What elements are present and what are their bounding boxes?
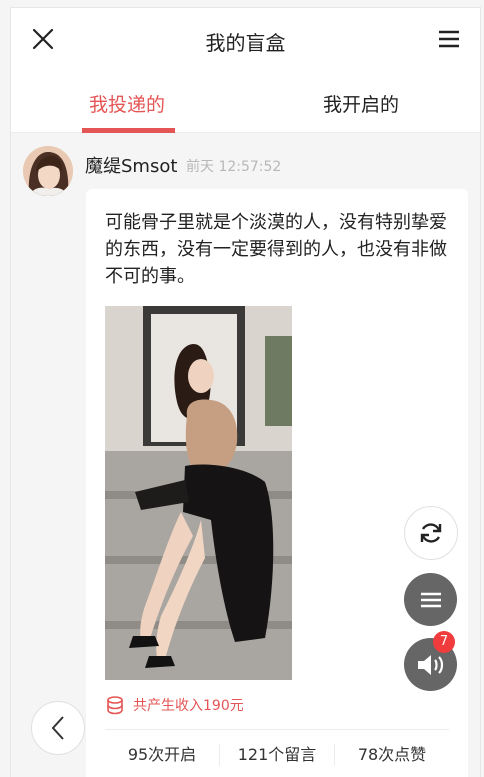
post-stats: 95次开启 121个留言 78次点赞 xyxy=(105,729,449,777)
more-menu-button[interactable] xyxy=(404,573,457,626)
income-row: 共产生收入190元 xyxy=(105,694,244,716)
menu-lines-icon xyxy=(420,592,441,607)
top-bar: 我的盲盒 xyxy=(11,8,480,70)
tab-my-delivered[interactable]: 我投递的 xyxy=(89,90,165,117)
post-photo[interactable] xyxy=(105,306,292,680)
username[interactable]: 魔缇Smsot xyxy=(85,152,177,178)
chevron-left-icon xyxy=(51,716,64,740)
tab-bar: 我投递的 我开启的 xyxy=(11,70,480,133)
tab-my-opened[interactable]: 我开启的 xyxy=(323,90,399,117)
page-title: 我的盲盒 xyxy=(205,31,286,55)
coin-stack-icon xyxy=(107,696,123,715)
post-timestamp: 前天 12:57:52 xyxy=(186,159,282,175)
refresh-icon xyxy=(420,523,442,543)
likes-count[interactable]: 78次点赞 xyxy=(335,744,449,766)
speaker-icon xyxy=(417,654,443,675)
income-text: 共产生收入190元 xyxy=(133,698,244,714)
refresh-button[interactable] xyxy=(404,506,458,560)
avatar[interactable] xyxy=(23,146,73,196)
opens-count[interactable]: 95次开启 xyxy=(105,743,220,766)
back-button[interactable] xyxy=(31,701,85,755)
notification-badge: 7 xyxy=(433,631,455,653)
app-frame: 我的盲盒 我投递的 我开启的 魔缇Smsot 前天 12:57:52 可能骨子里… xyxy=(10,7,481,777)
menu-icon[interactable] xyxy=(438,29,460,49)
post-text: 可能骨子里就是个淡漠的人，没有特别挚爱的东西，没有一定要得到的人，也没有非做不可… xyxy=(105,212,447,287)
active-tab-indicator xyxy=(82,128,175,133)
post-card: 可能骨子里就是个淡漠的人，没有特别挚爱的东西，没有一定要得到的人，也没有非做不可… xyxy=(86,189,468,777)
comments-count[interactable]: 121个留言 xyxy=(220,743,335,766)
